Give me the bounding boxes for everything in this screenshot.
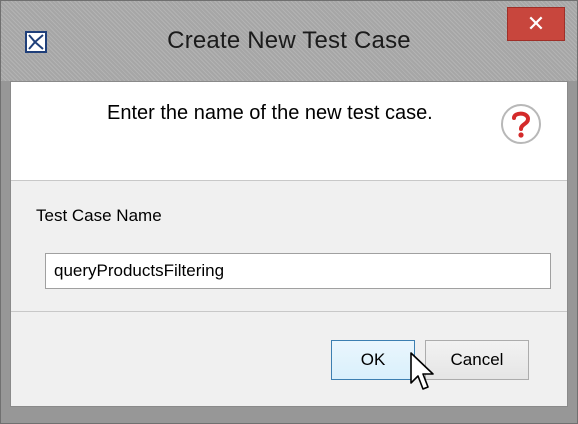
test-case-name-label: Test Case Name <box>36 206 162 225</box>
title-bar[interactable]: Create New Test Case ✕ <box>1 1 577 81</box>
close-button[interactable]: ✕ <box>507 7 565 41</box>
dialog-body: Enter the name of the new test case. Tes… <box>10 81 568 407</box>
divider <box>11 311 567 312</box>
test-case-name-input[interactable] <box>45 253 551 289</box>
message-area: Enter the name of the new test case. <box>11 82 567 181</box>
dialog-window: Create New Test Case ✕ Enter the name of… <box>0 0 578 424</box>
question-icon <box>501 104 541 144</box>
close-icon: ✕ <box>526 11 546 36</box>
dialog-title: Create New Test Case <box>167 27 411 54</box>
ok-button[interactable]: OK <box>331 340 415 380</box>
cancel-button[interactable]: Cancel <box>425 340 529 380</box>
dialog-message: Enter the name of the new test case. <box>107 102 433 124</box>
